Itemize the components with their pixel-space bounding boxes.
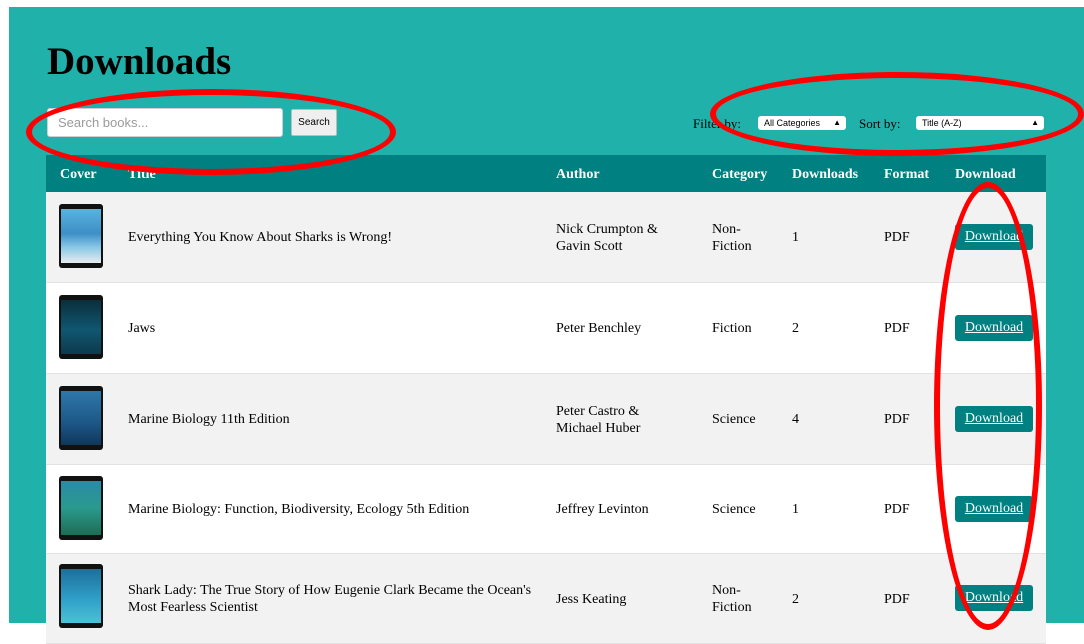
filter-label: Filter by: (693, 116, 742, 131)
table-row: Jaws Peter Benchley Fiction 2 PDF Downlo… (46, 283, 1046, 374)
book-cover-image (59, 476, 103, 540)
book-format: PDF (884, 412, 910, 427)
book-downloads: 2 (792, 321, 799, 336)
page-title: Downloads (47, 40, 232, 83)
book-cover-image (59, 204, 103, 268)
book-author: Jeffrey Levinton (556, 502, 649, 517)
book-downloads: 2 (792, 592, 799, 607)
book-category: Science (712, 502, 756, 517)
book-downloads: 1 (792, 502, 799, 517)
header-title[interactable]: Title (128, 167, 156, 183)
book-title: Everything You Know About Sharks is Wron… (128, 230, 393, 245)
download-button[interactable]: Download (955, 315, 1033, 341)
sort-select-value: Title (A-Z) (922, 118, 962, 128)
search-input[interactable] (47, 108, 283, 137)
book-author: Nick Crumpton & Gavin Scott (556, 222, 658, 254)
header-format[interactable]: Format (884, 167, 929, 183)
book-title: Marine Biology: Function, Biodiversity, … (128, 502, 470, 517)
book-category: Non-Fiction (712, 583, 752, 615)
select-arrows-icon: ▲︎ (1031, 118, 1039, 127)
table-row: Marine Biology 11th Edition Peter Castro… (46, 374, 1046, 465)
header-download: Download (955, 167, 1016, 182)
book-author: Peter Castro & Michael Huber (556, 404, 641, 436)
book-cover-image (59, 386, 103, 450)
book-title: Jaws (128, 321, 156, 336)
book-format: PDF (884, 502, 910, 517)
book-category: Non-Fiction (712, 222, 752, 254)
download-button[interactable]: Download (955, 406, 1033, 432)
table-header: Cover Title Author Category Downloads Fo… (46, 155, 1046, 192)
download-button[interactable]: Download (955, 224, 1033, 250)
header-downloads[interactable]: Downloads (792, 167, 858, 183)
book-author: Jess Keating (556, 592, 627, 607)
book-category: Science (712, 412, 756, 427)
download-button[interactable]: Download (955, 496, 1033, 522)
select-arrows-icon: ▲︎ (833, 118, 841, 127)
header-cover: Cover (60, 167, 97, 182)
book-cover-image (59, 564, 103, 628)
category-select-value: All Categories (764, 118, 821, 128)
category-select[interactable]: All Categories ▲︎ (758, 116, 846, 130)
table-row: Shark Lady: The True Story of How Eugeni… (46, 554, 1046, 644)
search-button[interactable]: Search (291, 109, 337, 136)
header-category[interactable]: Category (712, 167, 767, 183)
book-format: PDF (884, 592, 910, 607)
book-format: PDF (884, 230, 910, 245)
book-title: Shark Lady: The True Story of How Eugeni… (128, 583, 532, 615)
book-format: PDF (884, 321, 910, 336)
book-downloads: 4 (792, 412, 799, 427)
header-author[interactable]: Author (556, 167, 600, 183)
book-category: Fiction (712, 321, 752, 336)
book-title: Marine Biology 11th Edition (128, 412, 290, 427)
table-row: Everything You Know About Sharks is Wron… (46, 192, 1046, 283)
book-author: Peter Benchley (556, 321, 642, 336)
download-button[interactable]: Download (955, 585, 1033, 611)
sort-select[interactable]: Title (A-Z) ▲︎ (916, 116, 1044, 130)
book-downloads: 1 (792, 230, 799, 245)
sort-label: Sort by: (859, 116, 901, 131)
book-cover-image (59, 295, 103, 359)
table-row: Marine Biology: Function, Biodiversity, … (46, 465, 1046, 554)
